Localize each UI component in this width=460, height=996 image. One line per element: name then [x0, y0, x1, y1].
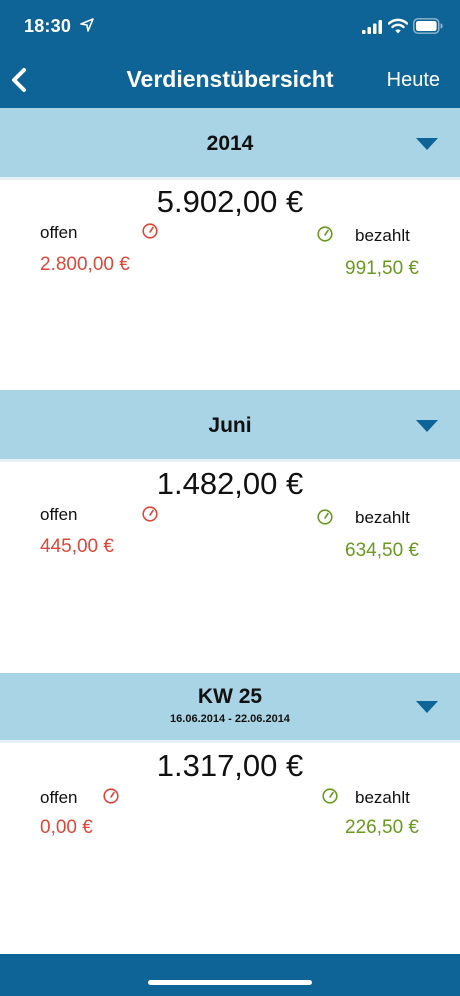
section-header-month[interactable]: Juni [0, 390, 460, 462]
open-label: offen [40, 788, 78, 807]
today-button[interactable]: Heute [387, 69, 440, 92]
paid-amount: 226,50 € [345, 817, 419, 838]
battery-icon [413, 18, 443, 34]
paid-label: bezahlt [355, 508, 410, 527]
open-gauge-icon [142, 223, 158, 239]
total-amount: 1.317,00 € [156, 748, 304, 783]
total-amount: 5.902,00 € [156, 184, 304, 219]
paid-label: bezahlt [355, 226, 410, 245]
open-gauge-icon [103, 788, 119, 804]
open-amount: 0,00 € [40, 817, 93, 838]
section-title: Juni [208, 414, 252, 437]
section-title: KW 25 [197, 685, 263, 708]
paid-amount: 991,50 € [345, 258, 419, 279]
status-bar: 18:30 [0, 0, 460, 52]
section-header-year[interactable]: 2014 [0, 108, 460, 180]
section-title: 2014 [206, 132, 254, 155]
paid-gauge-icon [317, 226, 333, 242]
wifi-icon [388, 18, 408, 34]
paid-gauge-icon [317, 509, 333, 525]
open-amount: 445,00 € [40, 536, 114, 557]
top-bar: 18:30 Verdienstübersicht Heute [0, 0, 460, 108]
paid-label: bezahlt [355, 788, 410, 807]
open-gauge-icon [142, 506, 158, 522]
home-indicator[interactable] [148, 980, 312, 985]
status-time: 18:30 [24, 16, 72, 36]
signal-icon [362, 20, 382, 34]
chevron-down-icon[interactable] [416, 419, 438, 433]
paid-gauge-icon [322, 788, 338, 804]
section-header-week[interactable]: KW 25 16.06.2014 - 22.06.2014 [0, 673, 460, 743]
bottom-bar [0, 954, 460, 996]
total-amount: 1.482,00 € [156, 466, 304, 501]
open-label: offen [40, 505, 78, 524]
chevron-down-icon[interactable] [416, 137, 438, 151]
section-date-range: 16.06.2014 - 22.06.2014 [170, 713, 290, 725]
open-label: offen [40, 223, 78, 242]
paid-amount: 634,50 € [345, 540, 419, 561]
location-arrow-icon [80, 18, 94, 32]
open-amount: 2.800,00 € [40, 254, 130, 275]
chevron-down-icon[interactable] [416, 700, 438, 714]
